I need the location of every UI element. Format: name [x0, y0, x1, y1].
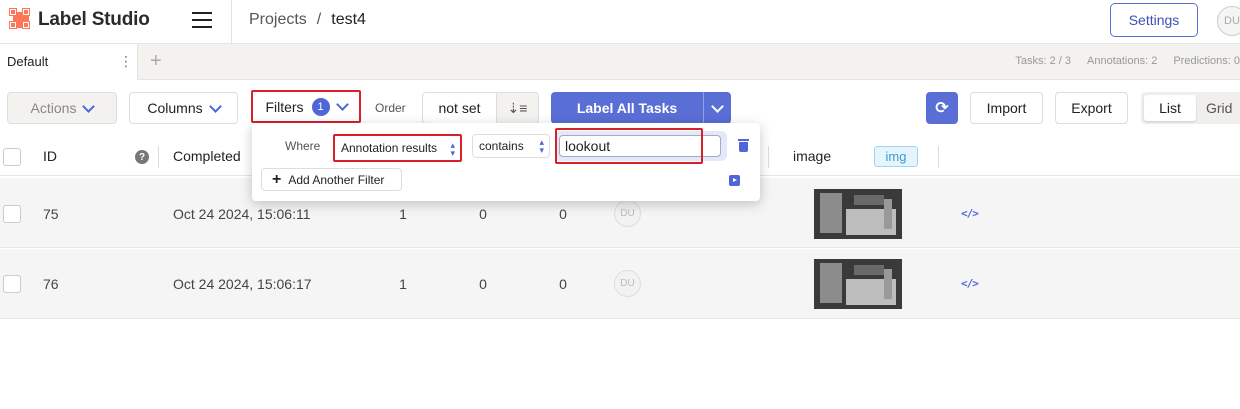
- refresh-icon[interactable]: ⟳: [926, 92, 958, 124]
- menu-icon[interactable]: [192, 12, 212, 30]
- row-checkbox[interactable]: [3, 275, 21, 293]
- filters-button[interactable]: Filters 1: [251, 90, 361, 123]
- column-header-id[interactable]: ID: [43, 148, 57, 164]
- chevron-down-icon: [335, 98, 349, 111]
- filter-field-select[interactable]: Annotation results ▴ ▾: [333, 134, 462, 162]
- cell-annotations: 1: [399, 206, 407, 222]
- add-tab-icon[interactable]: +: [150, 50, 162, 73]
- select-arrows-icon: ▴ ▾: [539, 137, 544, 155]
- tab-label: Default: [7, 54, 49, 69]
- actions-label: Actions: [30, 100, 77, 116]
- column-divider: [938, 146, 939, 168]
- actions-button[interactable]: Actions: [7, 92, 117, 124]
- chevron-down-icon: [711, 99, 724, 113]
- predictions-count: Predictions: 0: [1173, 55, 1240, 67]
- table-row[interactable]: 76 Oct 24 2024, 15:06:17 1 0 0 DU </>: [0, 249, 1240, 319]
- select-arrows-icon: ▴ ▾: [450, 140, 455, 158]
- breadcrumb: Projects / test4: [249, 11, 366, 29]
- grid-view-button[interactable]: Grid: [1200, 100, 1232, 116]
- label-studio-logo-icon: [10, 9, 32, 31]
- add-filter-button[interactable]: + Add Another Filter: [261, 168, 402, 191]
- image-thumbnail[interactable]: [814, 189, 902, 239]
- order-control: not set ⇣≡: [422, 92, 539, 124]
- filter-operator-value: contains: [479, 139, 524, 153]
- cell-predictions: 0: [559, 276, 567, 292]
- column-divider: [158, 146, 159, 168]
- cell-cancelled: 0: [479, 276, 487, 292]
- add-filter-label: Add Another Filter: [288, 172, 385, 187]
- label-all-tasks-label: Label All Tasks: [576, 100, 678, 116]
- filter-where-label: Where: [285, 139, 321, 153]
- annotator-avatar: DU: [614, 270, 641, 297]
- project-stats: Tasks: 2 / 3 Annotations: 2 Predictions:…: [1015, 55, 1240, 67]
- filter-field-value: Annotation results: [341, 141, 438, 155]
- label-all-tasks-button[interactable]: Label All Tasks: [551, 92, 731, 124]
- filter-popover: Where Annotation results ▴ ▾ contains ▴ ▾ …: [252, 123, 760, 201]
- columns-label: Columns: [147, 100, 203, 116]
- tasks-count: Tasks: 2 / 3: [1015, 55, 1071, 67]
- cell-id: 75: [43, 206, 59, 222]
- tab-default[interactable]: Default ⋮: [0, 44, 138, 80]
- breadcrumb-current-project[interactable]: test4: [331, 11, 366, 29]
- filter-operator-select[interactable]: contains ▴ ▾: [472, 134, 550, 158]
- user-avatar[interactable]: DU: [1217, 6, 1240, 36]
- apply-filter-icon[interactable]: [729, 175, 740, 186]
- help-icon[interactable]: ?: [135, 150, 149, 164]
- list-view-button[interactable]: List: [1144, 95, 1196, 121]
- trash-icon[interactable]: [738, 139, 749, 152]
- select-all-checkbox[interactable]: [3, 148, 21, 166]
- image-type-tag: img: [874, 146, 918, 167]
- tab-menu-icon[interactable]: ⋮: [119, 53, 133, 70]
- settings-button[interactable]: Settings: [1110, 3, 1198, 37]
- cell-predictions: 0: [559, 206, 567, 222]
- breadcrumb-separator: /: [316, 11, 322, 28]
- chevron-down-icon: [208, 99, 222, 113]
- annotations-count: Annotations: 2: [1087, 55, 1158, 67]
- cell-completed: Oct 24 2024, 15:06:11: [173, 206, 311, 222]
- filters-count-badge: 1: [311, 97, 330, 116]
- app-logo[interactable]: Label Studio: [10, 9, 150, 31]
- highlight-outline: [555, 128, 703, 164]
- import-button[interactable]: Import: [970, 92, 1043, 124]
- row-checkbox[interactable]: [3, 205, 21, 223]
- sort-direction-icon[interactable]: ⇣≡: [497, 93, 538, 123]
- plus-icon: +: [272, 170, 282, 188]
- column-header-completed[interactable]: Completed: [173, 148, 241, 164]
- annotator-avatar: DU: [614, 200, 641, 227]
- cell-annotations: 1: [399, 276, 407, 292]
- view-toggle: List Grid: [1141, 92, 1240, 124]
- top-bar: Label Studio Projects / test4 Settings D…: [0, 0, 1240, 44]
- cell-id: 76: [43, 276, 59, 292]
- code-icon[interactable]: </>: [961, 277, 979, 290]
- export-button[interactable]: Export: [1055, 92, 1128, 124]
- filters-label: Filters: [265, 98, 304, 115]
- label-all-dropdown[interactable]: [703, 92, 731, 124]
- image-thumbnail[interactable]: [814, 259, 902, 309]
- cell-completed: Oct 24 2024, 15:06:17: [173, 276, 312, 292]
- divider: [231, 0, 232, 44]
- order-field-select[interactable]: not set: [423, 93, 497, 123]
- order-label: Order: [375, 101, 406, 115]
- code-icon[interactable]: </>: [961, 207, 979, 220]
- cell-cancelled: 0: [479, 206, 487, 222]
- chevron-down-icon: [82, 99, 96, 113]
- columns-button[interactable]: Columns: [129, 92, 238, 124]
- tab-bar: Default ⋮ + Tasks: 2 / 3 Annotations: 2 …: [0, 44, 1240, 80]
- breadcrumb-projects[interactable]: Projects: [249, 11, 307, 29]
- column-divider: [768, 146, 769, 168]
- app-name: Label Studio: [38, 9, 150, 30]
- column-header-image[interactable]: image: [793, 148, 831, 164]
